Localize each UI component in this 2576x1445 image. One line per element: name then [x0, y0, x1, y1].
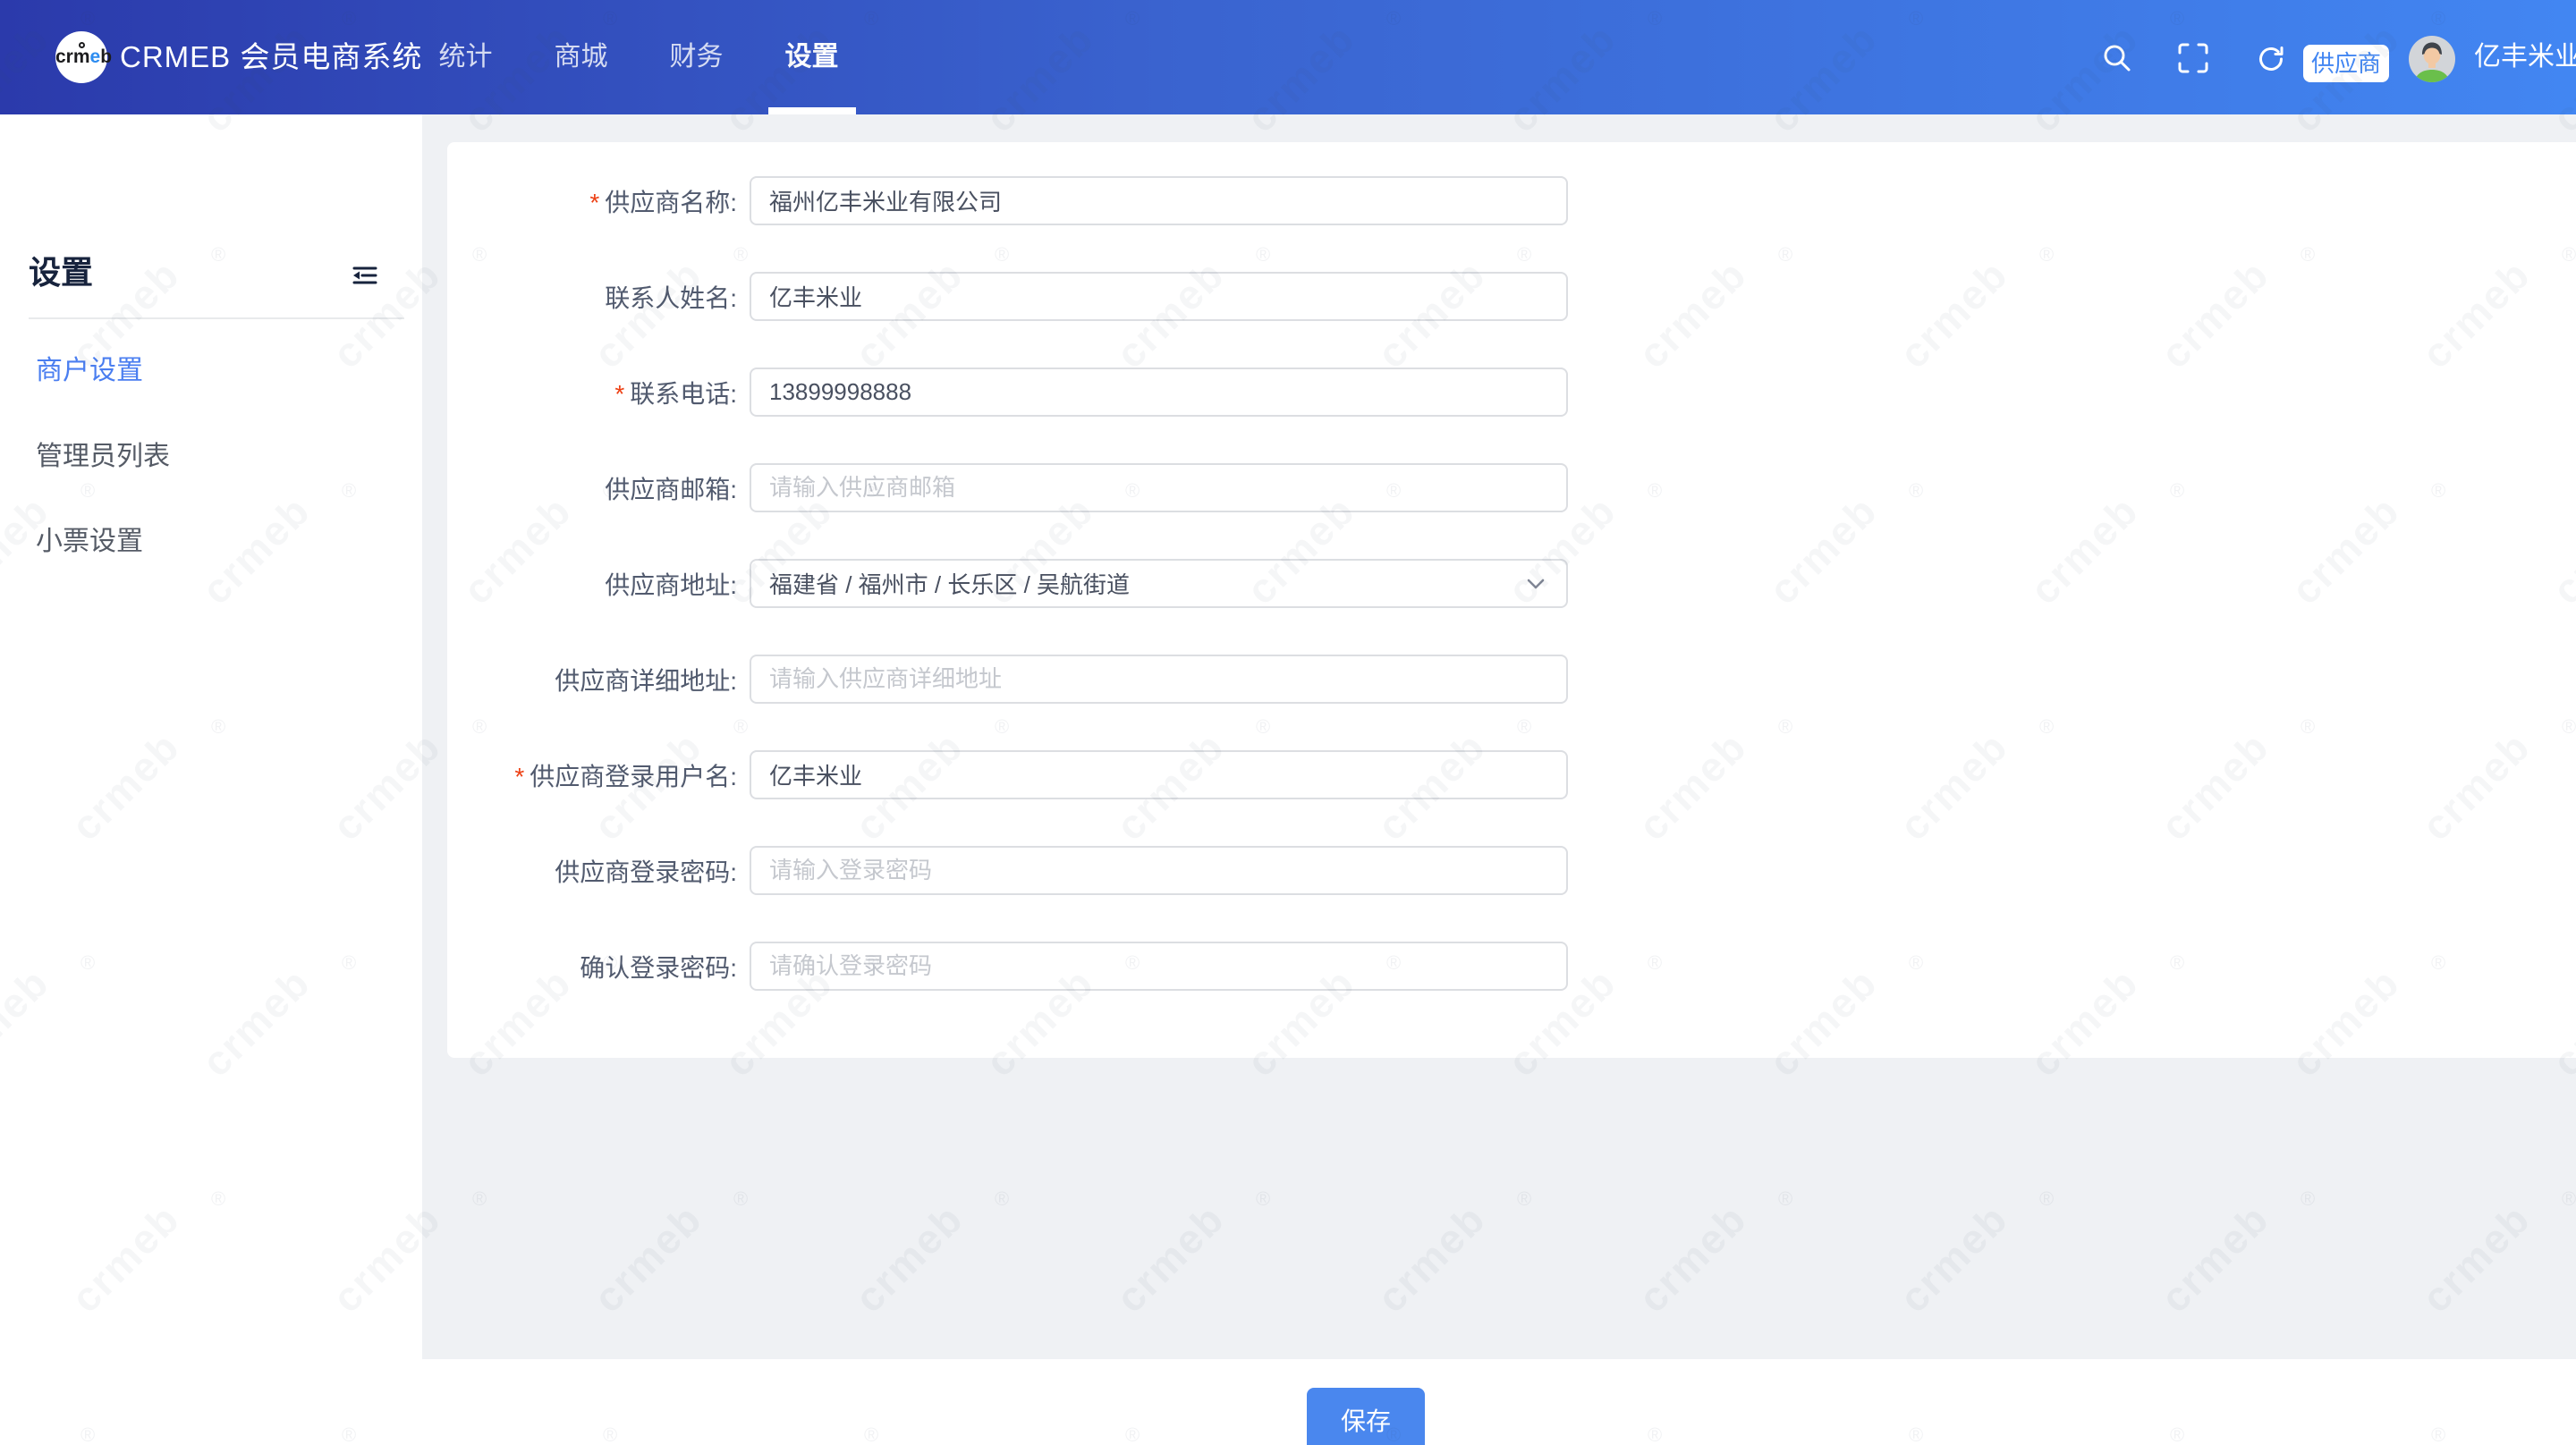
fullscreen-icon[interactable] [2178, 43, 2208, 73]
field-label-text: 供应商详细地址: [555, 667, 737, 695]
crmeb-logo: crmeb [55, 31, 107, 83]
form-row-contact-name: 联系人姓名: [447, 272, 2576, 321]
field-label: 供应商邮箱: [447, 470, 750, 506]
sidebar-item-receipt-settings[interactable]: 小票设置 [36, 527, 143, 557]
sidebar-item-admin-list[interactable]: 管理员列表 [36, 442, 170, 472]
role-badge: 供应商 [2303, 45, 2389, 82]
menu-fold-icon[interactable] [351, 261, 379, 290]
field-label-text: 联系人姓名: [605, 284, 737, 312]
sidebar-title: 设置 [29, 247, 93, 293]
logo-text: b [100, 46, 112, 67]
field-label-text: 供应商名称: [605, 189, 737, 216]
field-label: 联系人姓名: [447, 279, 750, 315]
app-window: crmeb CRMEB 会员电商系统 统计 商城 财务 设置 供应商 [0, 0, 2576, 1445]
save-button[interactable]: 保存 [1307, 1388, 1425, 1445]
action-footer-bar: 保存 [422, 1359, 2576, 1445]
supplier-detail-address-input[interactable] [750, 655, 1568, 704]
field-label: 确认登录密码: [447, 949, 750, 984]
tab-mall[interactable]: 商城 [523, 0, 639, 114]
form-row-contact-phone: *联系电话: [447, 368, 2576, 417]
field-label: *供应商名称: [447, 183, 750, 219]
selected-address-value: 福建省 / 福州市 / 长乐区 / 吴航街道 [769, 567, 1523, 600]
logo-text: cr [55, 46, 73, 67]
logo-text: e [90, 46, 101, 67]
form-row-supplier-name: *供应商名称: [447, 176, 2576, 225]
form-row-login-password: 供应商登录密码: [447, 846, 2576, 895]
supplier-login-password-input[interactable] [750, 846, 1568, 895]
field-label-text: 供应商登录密码: [555, 858, 737, 886]
field-label: 供应商地址: [447, 566, 750, 602]
sidebar-divider [29, 317, 404, 319]
form-row-confirm-password: 确认登录密码: [447, 942, 2576, 991]
active-tab-underline [768, 107, 856, 114]
contact-phone-input[interactable] [750, 368, 1568, 417]
merchant-settings-form-card: *供应商名称: 联系人姓名: *联系电话: 供应商邮箱: 供应商地址: 福建省 … [447, 142, 2576, 1058]
top-header-bar: crmeb CRMEB 会员电商系统 统计 商城 财务 设置 供应商 [0, 0, 2576, 114]
form-row-supplier-detail-address: 供应商详细地址: [447, 655, 2576, 704]
app-title: CRMEB 会员电商系统 [120, 0, 422, 114]
tab-finance[interactable]: 财务 [639, 0, 754, 114]
settings-sidebar: 设置 商户设置 管理员列表 小票设置 [0, 114, 422, 1445]
sidebar-item-merchant-settings[interactable]: 商户设置 [36, 356, 143, 386]
top-nav: 统计 商城 财务 设置 [408, 0, 869, 114]
required-marker: * [614, 380, 624, 408]
form-row-login-username: *供应商登录用户名: [447, 750, 2576, 799]
username-label[interactable]: 亿丰米业 [2474, 0, 2576, 114]
form-row-supplier-email: 供应商邮箱: [447, 463, 2576, 512]
user-avatar[interactable] [2409, 36, 2455, 82]
required-marker: * [514, 763, 524, 790]
supplier-email-input[interactable] [750, 463, 1568, 512]
tab-label: 财务 [670, 42, 724, 72]
field-label: 供应商登录密码: [447, 853, 750, 889]
search-icon[interactable] [2101, 42, 2133, 74]
form-row-supplier-address: 供应商地址: 福建省 / 福州市 / 长乐区 / 吴航街道 [447, 559, 2576, 608]
tab-label: 设置 [785, 42, 839, 72]
logo-ring-icon [79, 42, 85, 48]
supplier-address-select[interactable]: 福建省 / 福州市 / 长乐区 / 吴航街道 [750, 559, 1568, 608]
contact-name-input[interactable] [750, 272, 1568, 321]
tab-label: 商城 [555, 42, 608, 72]
field-label: *联系电话: [447, 375, 750, 410]
refresh-icon[interactable] [2255, 42, 2287, 74]
tab-statistics[interactable]: 统计 [408, 0, 523, 114]
tab-settings[interactable]: 设置 [754, 0, 869, 114]
confirm-login-password-input[interactable] [750, 942, 1568, 991]
field-label-text: 联系电话: [630, 380, 737, 408]
tab-label: 统计 [439, 42, 493, 72]
supplier-name-input[interactable] [750, 176, 1568, 225]
field-label-text: 供应商登录用户名: [530, 763, 737, 790]
field-label-text: 供应商地址: [605, 571, 737, 599]
logo-text: m [73, 46, 90, 67]
supplier-login-username-input[interactable] [750, 750, 1568, 799]
field-label-text: 供应商邮箱: [605, 476, 737, 503]
field-label: 供应商详细地址: [447, 662, 750, 697]
field-label: *供应商登录用户名: [447, 757, 750, 793]
field-label-text: 确认登录密码: [580, 954, 737, 982]
chevron-down-icon [1523, 571, 1548, 596]
required-marker: * [589, 189, 599, 216]
